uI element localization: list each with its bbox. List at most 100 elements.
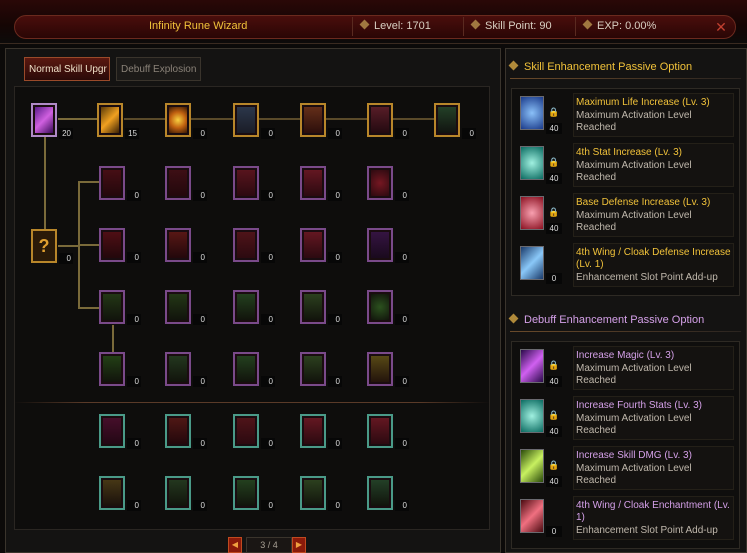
- node-level: 0: [127, 190, 141, 201]
- skill-node-top-2[interactable]: [97, 103, 123, 137]
- passive-desc: Maximum Activation Level Reached: [576, 463, 692, 486]
- skill-icon: [304, 107, 322, 133]
- skill-node[interactable]: [99, 228, 125, 262]
- wing-icon: [520, 499, 544, 533]
- skill-node[interactable]: [233, 228, 259, 262]
- skill-node[interactable]: [233, 290, 259, 324]
- tree-connector: [58, 118, 98, 120]
- skill-node-top-1[interactable]: [31, 103, 57, 137]
- skill-node-top-5[interactable]: [300, 103, 326, 137]
- passive-text: Maximum Life Increase (Lv. 3) Maximum Ac…: [573, 93, 734, 137]
- skill-icon: [371, 107, 389, 133]
- node-level: 0: [395, 438, 409, 449]
- passive-name: Increase Magic (Lv. 3): [576, 350, 675, 361]
- skill-node[interactable]: [99, 290, 125, 324]
- skill-node[interactable]: [367, 414, 393, 448]
- lock-icon: 🔒: [548, 207, 560, 217]
- skill-node-top-3[interactable]: [165, 103, 191, 137]
- skill-node[interactable]: [300, 228, 326, 262]
- skill-node[interactable]: [300, 476, 326, 510]
- skill-node-top-7[interactable]: [434, 103, 460, 137]
- skill-node[interactable]: [233, 166, 259, 200]
- stat-separator: [352, 17, 353, 36]
- skill-node[interactable]: [99, 166, 125, 200]
- next-page-button[interactable]: ▶: [292, 537, 306, 553]
- passive-name: 4th Stat Increase (Lv. 3): [576, 147, 682, 158]
- node-level: 15: [125, 128, 139, 139]
- skill-icon: [371, 170, 389, 196]
- arrow-right-icon: ▶: [295, 540, 303, 549]
- skill-icon: [169, 418, 187, 444]
- skill-node-top-4[interactable]: [233, 103, 259, 137]
- skill-node[interactable]: [300, 414, 326, 448]
- exp-stat: EXP: 0.00%: [582, 19, 657, 32]
- passive-name: Base Defense Increase (Lv. 3): [576, 197, 711, 208]
- skill-node[interactable]: [165, 352, 191, 386]
- defense-icon: [520, 196, 544, 230]
- skill-node[interactable]: [99, 414, 125, 448]
- tab-normal-skill[interactable]: Normal Skill Upgr: [24, 57, 110, 81]
- skill-node[interactable]: [367, 476, 393, 510]
- skill-node-top-6[interactable]: [367, 103, 393, 137]
- passive-desc: Maximum Activation Level Reached: [576, 110, 692, 133]
- skill-node[interactable]: [233, 352, 259, 386]
- node-level: 0: [261, 438, 275, 449]
- passive-level: 40: [546, 173, 562, 184]
- life-icon: [520, 96, 544, 130]
- skill-node[interactable]: [165, 476, 191, 510]
- passive-item[interactable]: 0 4th Wing / Cloak Enchantment (Lv. 1) E…: [514, 496, 736, 544]
- skill-icon: [237, 170, 255, 196]
- diamond-icon: [582, 19, 593, 30]
- passive-item[interactable]: 🔒 40 Increase Skill DMG (Lv. 3) Maximum …: [514, 446, 736, 494]
- skill-icon: [237, 294, 255, 320]
- node-level: 0: [127, 438, 141, 449]
- skill-node[interactable]: [233, 414, 259, 448]
- node-level: 0: [127, 314, 141, 325]
- skill-node[interactable]: [165, 290, 191, 324]
- lock-icon: 🔒: [548, 460, 560, 470]
- exp-text: EXP: 0.00%: [597, 20, 657, 32]
- skill-node[interactable]: [165, 228, 191, 262]
- skill-icon: [237, 107, 255, 133]
- window-title: Infinity Rune Wizard: [149, 20, 248, 32]
- fire-slash-icon: [101, 107, 119, 133]
- skill-node[interactable]: [233, 476, 259, 510]
- diamond-icon: [470, 19, 481, 30]
- skill-node[interactable]: [165, 414, 191, 448]
- close-button[interactable]: ✕: [711, 17, 731, 37]
- passive-level: 40: [546, 426, 562, 437]
- passive-item[interactable]: 🔒 40 Base Defense Increase (Lv. 3) Maxim…: [514, 193, 736, 241]
- flame-icon: [169, 107, 187, 133]
- skill-node[interactable]: [367, 166, 393, 200]
- tab-debuff-explosion[interactable]: Debuff Explosion: [116, 57, 201, 81]
- passive-item[interactable]: 🔒 40 4th Stat Increase (Lv. 3) Maximum A…: [514, 143, 736, 191]
- diamond-icon: [359, 19, 370, 30]
- section-divider: [510, 78, 741, 79]
- passive-item[interactable]: 🔒 40 Maximum Life Increase (Lv. 3) Maxim…: [514, 93, 736, 141]
- prev-page-button[interactable]: ◀: [228, 537, 242, 553]
- skill-node[interactable]: [300, 290, 326, 324]
- skill-icon: [371, 356, 389, 382]
- skill-icon: [103, 170, 121, 196]
- passive-text: 4th Stat Increase (Lv. 3) Maximum Activa…: [573, 143, 734, 187]
- skill-node[interactable]: [367, 352, 393, 386]
- skill-node[interactable]: [300, 166, 326, 200]
- locked-skill-node[interactable]: ?: [31, 229, 57, 263]
- skill-node[interactable]: [165, 166, 191, 200]
- skill-node[interactable]: [367, 228, 393, 262]
- node-level: 0: [395, 376, 409, 387]
- skill-node[interactable]: [99, 352, 125, 386]
- skill-icon: [237, 418, 255, 444]
- node-level: 0: [328, 438, 342, 449]
- skill-node[interactable]: [300, 352, 326, 386]
- skill-node[interactable]: [99, 476, 125, 510]
- diamond-icon: [508, 60, 519, 71]
- passive-level: 0: [546, 273, 562, 284]
- skill-node[interactable]: [367, 290, 393, 324]
- passive-item[interactable]: 🔒 40 Increase Magic (Lv. 3) Maximum Acti…: [514, 346, 736, 394]
- stat-separator: [463, 17, 464, 36]
- skill-icon: [304, 418, 322, 444]
- passive-item[interactable]: 0 4th Wing / Cloak Defense Increase (Lv.…: [514, 243, 736, 291]
- passive-item[interactable]: 🔒 40 Increase Fourth Stats (Lv. 3) Maxim…: [514, 396, 736, 444]
- node-level: 0: [193, 376, 207, 387]
